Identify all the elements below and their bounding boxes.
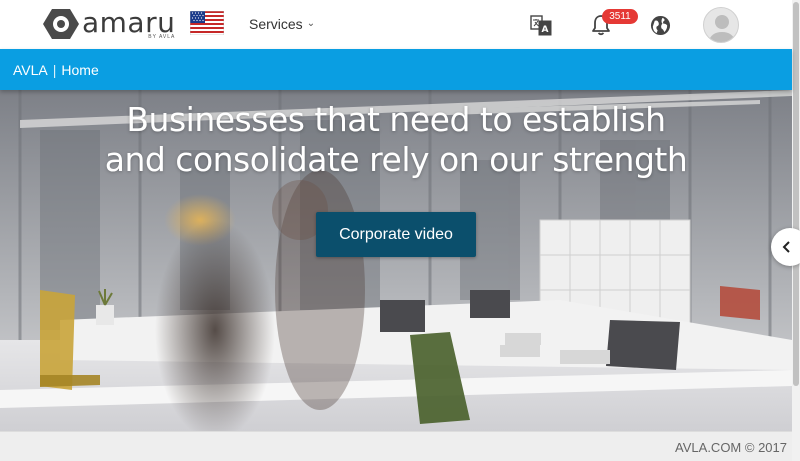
top-navbar: amaru BY AVLA Services ⌄ A 3511 (0, 0, 792, 49)
amaru-logo-icon (43, 9, 79, 39)
services-menu[interactable]: Services ⌄ (249, 16, 315, 32)
footer-copyright: AVLA.COM © 2017 (675, 440, 787, 455)
logo-subtitle: BY AVLA (148, 34, 176, 40)
breadcrumb-current: Home (61, 61, 99, 78)
corporate-video-button[interactable]: Corporate video (316, 212, 476, 257)
chevron-down-icon: ⌄ (306, 17, 316, 29)
breadcrumb: AVLA | Home (0, 49, 792, 90)
scrollbar-thumb[interactable] (793, 2, 799, 386)
us-flag-icon[interactable] (190, 11, 224, 35)
translate-icon[interactable]: A (530, 14, 552, 36)
breadcrumb-root[interactable]: AVLA (13, 62, 48, 78)
app-window: amaru BY AVLA Services ⌄ A 3511 AVLA | H… (0, 0, 800, 461)
hero-headline: Businesses that need to establish and co… (104, 100, 688, 179)
user-silhouette-icon (708, 15, 736, 42)
amaru-logo[interactable]: amaru BY AVLA (43, 8, 175, 40)
chevron-left-icon (782, 241, 790, 253)
hero-banner: Businesses that need to establish and co… (0, 90, 792, 431)
svg-text:A: A (542, 25, 549, 35)
breadcrumb-separator: | (52, 61, 57, 78)
services-label: Services (249, 16, 303, 32)
globe-icon[interactable] (650, 15, 671, 36)
notification-badge: 3511 (602, 9, 638, 24)
user-avatar[interactable] (703, 7, 739, 43)
footer: AVLA.COM © 2017 (0, 431, 792, 461)
